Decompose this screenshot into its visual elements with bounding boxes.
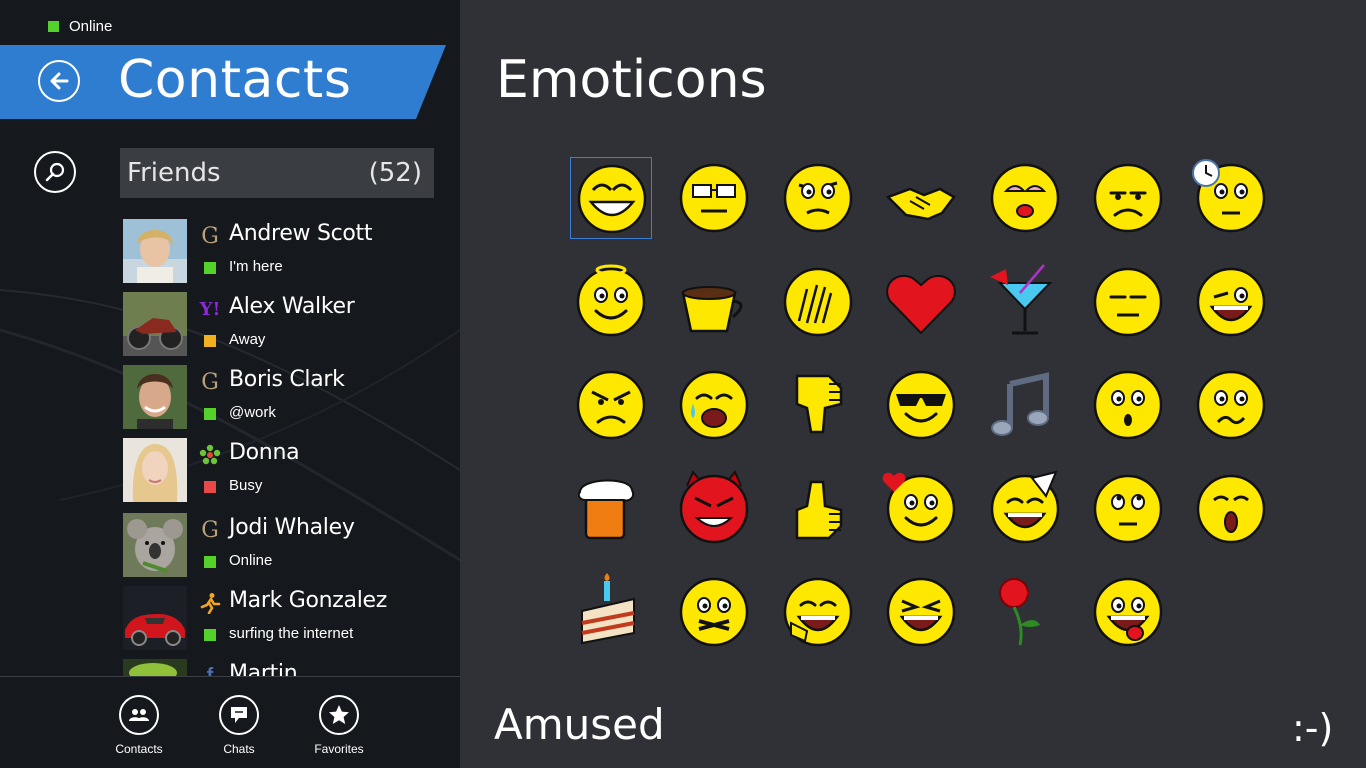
amused-emoticon-icon[interactable] [570, 157, 652, 239]
contact-item[interactable]: Donna Busy [123, 438, 443, 502]
avatar [123, 513, 187, 577]
avatar [123, 292, 187, 356]
nerd-emoticon-icon[interactable] [673, 157, 755, 239]
google-talk-icon: G [201, 517, 219, 543]
laugh-emoticon-icon[interactable] [880, 571, 962, 653]
contact-item[interactable]: G Andrew Scott I'm here [123, 219, 443, 283]
nav-chats-label: Chats [223, 742, 255, 756]
facepalm-emoticon-icon[interactable] [777, 261, 859, 343]
sleepy-emoticon-icon[interactable] [1087, 261, 1169, 343]
contact-name: Jodi Whaley [229, 515, 355, 540]
facebook-icon: f [206, 664, 214, 677]
angel-emoticon-icon[interactable] [570, 261, 652, 343]
contact-name: Mark Gonzalez [229, 588, 388, 613]
thumbs-down-emoticon-icon[interactable] [777, 364, 859, 446]
selected-emoticon-name: Amused [494, 700, 665, 749]
avatar [123, 586, 187, 650]
sad-emoticon-icon[interactable] [1087, 157, 1169, 239]
thumbs-up-emoticon-icon[interactable] [777, 468, 859, 550]
star-icon [329, 705, 349, 724]
contact-item[interactable]: G Boris Clark @work [123, 365, 443, 429]
waiting-emoticon-icon[interactable] [1190, 157, 1272, 239]
contact-status: Away [229, 331, 266, 348]
surprised-emoticon-icon[interactable] [1087, 364, 1169, 446]
status-dot [204, 629, 216, 641]
yahoo-icon: Y! [199, 298, 221, 320]
nav-contacts-button[interactable]: Contacts [99, 695, 179, 756]
contact-status: Online [229, 552, 273, 569]
skeptical-emoticon-icon[interactable] [777, 157, 859, 239]
google-talk-icon: G [201, 369, 219, 395]
google-talk-icon: G [201, 223, 219, 249]
avatar [123, 365, 187, 429]
contact-name: Martin [229, 661, 298, 676]
devil-emoticon-icon[interactable] [673, 468, 755, 550]
nav-favorites-button[interactable]: Favorites [299, 695, 379, 756]
tongue-emoticon-icon[interactable] [1087, 571, 1169, 653]
cool-emoticon-icon[interactable] [880, 364, 962, 446]
contact-item[interactable]: f Martin [123, 659, 443, 676]
avatar [123, 438, 187, 502]
handshake-emoticon-icon[interactable] [880, 157, 962, 239]
contacts-pane: Online Contacts Friends (52) G Andrew Sc… [0, 0, 460, 768]
kiss-emoticon-icon[interactable] [984, 157, 1066, 239]
aim-running-man-icon [199, 592, 221, 614]
angry-emoticon-icon[interactable] [570, 364, 652, 446]
emoticons-title: Emoticons [496, 50, 767, 110]
contact-list: G Andrew Scott I'm here Y! Alex Walker A… [0, 0, 460, 676]
status-dot [204, 408, 216, 420]
rose-emoticon-icon[interactable] [984, 571, 1066, 653]
contact-item[interactable]: G Jodi Whaley Online [123, 513, 443, 577]
nav-contacts-label: Contacts [115, 742, 163, 756]
crying-emoticon-icon[interactable] [673, 364, 755, 446]
contact-status: @work [229, 404, 276, 421]
party-emoticon-icon[interactable] [984, 468, 1066, 550]
cocktail-emoticon-icon[interactable] [984, 261, 1066, 343]
contact-name: Andrew Scott [229, 221, 373, 246]
shocked-emoticon-icon[interactable] [1190, 468, 1272, 550]
beer-emoticon-icon[interactable] [570, 468, 652, 550]
heart-emoticon-icon[interactable] [880, 261, 962, 343]
mouth-shut-emoticon-icon[interactable] [673, 571, 755, 653]
rolling-eyes-emoticon-icon[interactable] [1087, 468, 1169, 550]
music-emoticon-icon[interactable] [984, 364, 1066, 446]
avatar [123, 219, 187, 283]
avatar [123, 659, 187, 676]
status-dot [204, 556, 216, 568]
contact-name: Donna [229, 440, 300, 465]
chat-bubble-icon [231, 707, 247, 723]
contact-status: Busy [229, 477, 263, 494]
selected-emoticon-code: :-) [1292, 706, 1334, 750]
worried-emoticon-icon[interactable] [1190, 364, 1272, 446]
contact-status: I'm here [229, 258, 283, 275]
in-love-emoticon-icon[interactable] [880, 468, 962, 550]
contact-name: Alex Walker [229, 294, 355, 319]
contact-name: Boris Clark [229, 367, 345, 392]
cake-emoticon-icon[interactable] [570, 571, 652, 653]
nav-favorites-label: Favorites [314, 742, 364, 756]
icq-flower-icon [199, 444, 221, 466]
app-bar: Contacts Chats Favorites [0, 677, 460, 768]
contact-item[interactable]: Mark Gonzalez surfing the internet [123, 586, 443, 650]
away-status-icon [204, 335, 216, 347]
giggle-emoticon-icon[interactable] [777, 571, 859, 653]
people-icon [129, 709, 149, 721]
contact-item[interactable]: Y! Alex Walker Away [123, 292, 443, 356]
contact-status: surfing the internet [229, 625, 354, 642]
status-dot [204, 262, 216, 274]
nav-chats-button[interactable]: Chats [199, 695, 279, 756]
wink-emoticon-icon[interactable] [1190, 261, 1272, 343]
busy-status-icon [204, 481, 216, 493]
coffee-emoticon-icon[interactable] [673, 261, 755, 343]
